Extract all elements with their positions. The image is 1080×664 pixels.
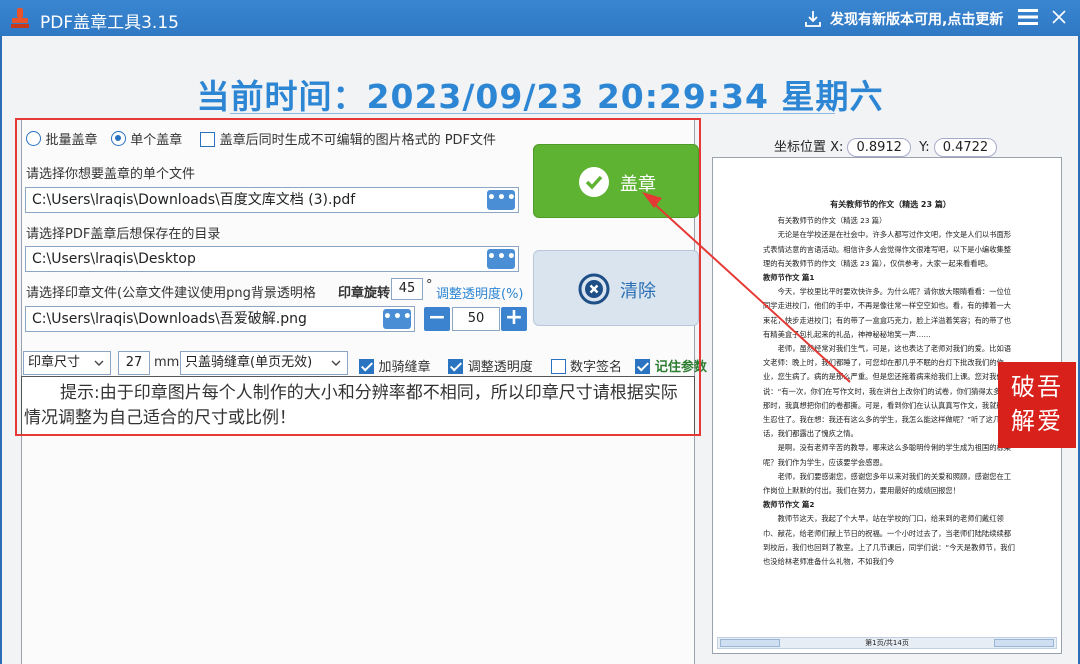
batch-radio[interactable]: 批量盖章 [26,131,98,148]
update-link[interactable]: 发现有新版本可用,点击更新 [804,9,1003,29]
seam-seal-checkbox[interactable]: 加骑缝章 [359,359,430,375]
rotation-label: 印章旋转 [338,286,391,301]
checkbox-icon [550,359,566,374]
clock-display: 当前时间：2023/09/23 20:29:34 星期六 [196,77,884,116]
title-bar: PDF盖章工具3.15 发现有新版本可用,点击更新 [0,0,1080,36]
checkbox-checked-icon [359,359,374,374]
close-icon[interactable] [1052,10,1066,24]
coord-x-label: X: [830,140,844,155]
digital-signature-label: 数字签名 [570,360,623,375]
seal-file-prompt: 请选择印章文件(公章文件建议使用png背景透明格 [26,286,316,301]
opacity-check-label: 调整透明度 [467,360,533,375]
coordinate-readout: 坐标位置 X: 0.8912 Y: 0.4722 [774,136,1001,157]
option-checkboxes: 加骑缝章 调整透明度 数字签名 记住参数 [359,356,707,375]
next-page-arrow[interactable] [994,639,1054,647]
clear-button[interactable]: 清除 [533,250,699,326]
opacity-checkbox[interactable]: 调整透明度 [448,359,533,375]
save-dir-field[interactable]: C:\Users\lraqis\Desktop ••• [25,246,519,272]
clear-icon [578,273,610,305]
preview-paragraph: 教师节这天，我起了个大早，站在学校的门口，给来到的老师们戴红领巾、献花，给老师们… [763,514,1015,567]
preview-paragraph: 老师，我们要感谢您，感谢您多年以来对我们的关爱和照顾，感谢您在工作岗位上默默的付… [763,471,1012,496]
main-window: 当前时间：2023/09/23 20:29:34 星期六 批量盖章 单个盖章 盖… [2,36,1078,664]
batch-label: 批量盖章 [45,133,98,148]
preview-document: 有关教师节的作文（精选 23 篇） 有关教师节的作文（精选 23 篇） 无论是在学… [763,198,1018,569]
browse-seal-button[interactable]: ••• [383,309,412,329]
opacity-plus-button[interactable]: + [501,307,527,331]
single-radio[interactable]: 单个盖章 [110,131,183,148]
stamp-button-label: 盖章 [620,174,656,195]
seal-text: 破吾解爱 [1011,373,1063,435]
seal-size-input[interactable]: 27 [118,351,150,375]
coord-y-value: 0.4722 [933,138,998,157]
preview-pager: 第1页/共14页 [717,637,1057,649]
preview-paragraph: 今天，学校里比平时要欢快许多。为什么呢？请你放大眼睛看看：一位位同学走进校门，他… [763,287,1012,339]
file-prompt: 请选择你想要盖章的单个文件 [26,167,196,182]
seal-image: 破吾解爱 [998,362,1076,448]
chevron-down-icon [331,360,341,366]
browse-file-button[interactable]: ••• [487,190,516,210]
checkbox-checked-icon [448,359,464,374]
stamp-mode-value: 只盖骑缝章(单页无效) [185,355,313,370]
preview-title: 有关教师节的作文（精选 23 篇） [830,200,951,209]
seal-size-select[interactable]: 印章尺寸 [23,351,111,375]
save-dir-prompt: 请选择PDF盖章后想保存在的目录 [26,227,221,242]
preview-paragraph: 无论是在学校还是在社会中，许多人都写过作文吧，作文是人们以书面形式表情达意的言语… [763,230,1012,268]
download-icon [805,11,821,27]
seal-file-field[interactable]: C:\Users\lraqis\Downloads\吾爱破解.png ••• [25,306,415,332]
preview-paragraph: 有关教师节的作文（精选 23 篇） [777,216,887,226]
prev-page-arrow[interactable] [720,639,780,647]
preview-heading: 教师节作文 篇2 [763,500,815,510]
save-dir-value: C:\Users\lraqis\Desktop [32,251,196,267]
stamp-app-icon [11,8,29,28]
single-label: 单个盖章 [130,133,183,148]
preview-heading: 教师节作文 篇1 [763,273,815,283]
clear-button-label: 清除 [620,281,656,302]
image-pdf-checkbox[interactable]: 盖章后同时生成不可编辑的图片格式的 PDF文件 [200,132,496,148]
preview-paragraph: 是啊，没有老师辛苦的教导，哪来这么多聪明伶俐的学生成为祖国的栋梁呢？我们作为学生… [763,443,1012,467]
image-pdf-label: 盖章后同时生成不可编辑的图片格式的 PDF文件 [219,133,497,148]
file-path-field[interactable]: C:\Users\lraqis\Downloads\百度文库文档 (3).pdf… [25,187,519,213]
seal-size-unit: mm [154,355,180,370]
coord-x-value: 0.8912 [847,138,911,157]
check-circle-icon [579,167,609,197]
menu-icon[interactable] [1018,9,1038,25]
radio-selected-icon [110,131,126,146]
stamp-button[interactable]: 盖章 [533,144,699,218]
file-path-value: C:\Users\lraqis\Downloads\百度文库文档 (3).pdf [32,192,356,208]
clock-underline [230,113,835,114]
pager-text: 第1页/共14页 [865,639,909,647]
remember-params-label: 记住参数 [654,360,707,375]
digital-signature-checkbox[interactable]: 数字签名 [550,359,623,375]
chevron-down-icon [94,360,104,366]
coord-y-label: Y: [919,140,930,155]
radio-icon [26,131,41,146]
opacity-minus-button[interactable]: − [424,307,450,331]
seal-file-value: C:\Users\lraqis\Downloads\吾爱破解.png [32,311,307,327]
preview-paragraph: 老师，虽然经常对我们生气，可是，这也表达了老师对我们的爱。比如语文老师：晚上时，… [763,344,1015,439]
rotation-unit: ° [426,278,433,293]
seal-size-select-value: 印章尺寸 [28,355,81,370]
opacity-input[interactable]: 50 [452,307,500,331]
rotation-input[interactable]: 45 [391,278,423,300]
opacity-link[interactable]: 调整透明度(%) [436,283,524,302]
checkbox-checked-icon [635,359,651,374]
checkbox-icon [200,132,216,147]
tip-box: 提示:由于印章图片每个人制作的大小和分辨率都不相同，所以印章尺寸请根据实际情况调… [21,376,695,436]
remember-params-checkbox[interactable]: 记住参数 [635,359,707,375]
tip-text: 提示:由于印章图片每个人制作的大小和分辨率都不相同，所以印章尺寸请根据实际情况调… [24,383,678,428]
seam-seal-label: 加骑缝章 [378,360,431,375]
browse-dir-button[interactable]: ••• [487,249,516,269]
update-label: 发现有新版本可用,点击更新 [830,12,1004,28]
coord-label: 坐标位置 [774,140,827,155]
app-title: PDF盖章工具3.15 [40,13,179,33]
mode-row: 批量盖章 单个盖章 盖章后同时生成不可编辑的图片格式的 PDF文件 [26,129,496,148]
stamp-mode-select[interactable]: 只盖骑缝章(单页无效) [180,351,348,375]
